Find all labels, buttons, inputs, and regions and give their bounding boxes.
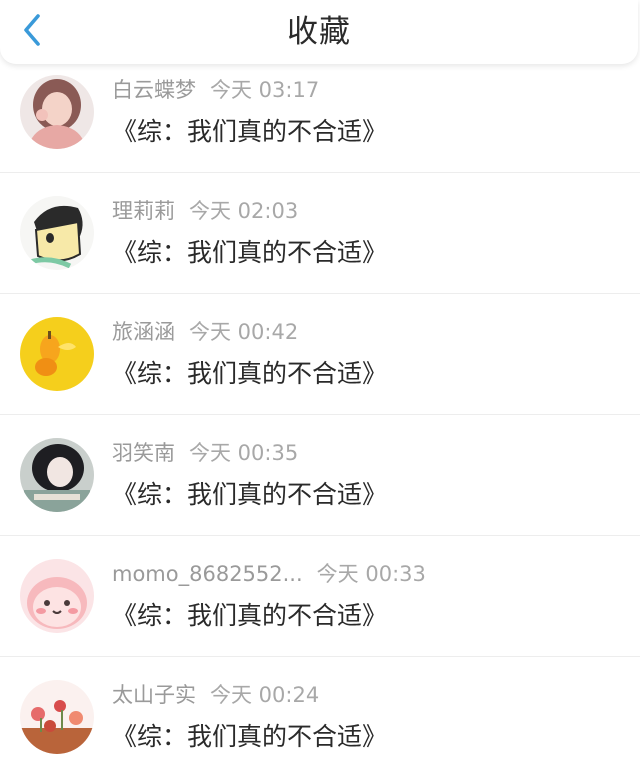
list-item[interactable]: 羽笑南 今天 00:35 《综：我们真的不合适》 [0,415,640,535]
avatar[interactable] [20,75,94,149]
top-bar: 收藏 [0,0,638,64]
author-name[interactable]: 羽笑南 [112,441,175,465]
timestamp: 今天 00:35 [189,441,299,465]
item-meta: 白云蝶梦 今天 03:17 [112,75,319,105]
avatar-flowers [20,680,94,754]
avatar[interactable] [20,680,94,754]
author-name[interactable]: 太山子实 [112,683,196,707]
list-item[interactable]: 旅涵涵 今天 00:42 《综：我们真的不合适》 [0,294,640,414]
item-title[interactable]: 《综：我们真的不合适》 [112,235,387,271]
item-title[interactable]: 《综：我们真的不合适》 [112,477,387,513]
avatar[interactable] [20,559,94,633]
avatar-cartoon [20,196,94,270]
favorites-list: 白云蝶梦 今天 03:17 《综：我们真的不合适》 理莉莉 今天 02:03 《综：… [0,52,640,774]
timestamp: 今天 02:03 [189,199,299,223]
item-meta: momo_8682552... 今天 00:33 [112,559,426,589]
avatar[interactable] [20,196,94,270]
item-meta: 旅涵涵 今天 00:42 [112,317,298,347]
item-meta: 羽笑南 今天 00:35 [112,438,298,468]
avatar-girl-dark [20,438,94,512]
list-item[interactable]: momo_8682552... 今天 00:33 《综：我们真的不合适》 [0,536,640,656]
avatar-yellow-fruit [20,317,94,391]
author-name[interactable]: momo_8682552... [112,562,303,586]
item-title[interactable]: 《综：我们真的不合适》 [112,598,387,634]
item-title[interactable]: 《综：我们真的不合适》 [112,114,387,150]
list-item[interactable]: 理莉莉 今天 02:03 《综：我们真的不合适》 [0,173,640,293]
item-meta: 理莉莉 今天 02:03 [112,196,298,226]
item-meta: 太山子实 今天 00:24 [112,680,319,710]
list-item[interactable]: 太山子实 今天 00:24 《综：我们真的不合适》 [0,657,640,774]
page-title: 收藏 [287,14,351,50]
avatar-girl-pink [20,75,94,149]
timestamp: 今天 00:42 [189,320,299,344]
author-name[interactable]: 理莉莉 [112,199,175,223]
avatar[interactable] [20,317,94,391]
list-item[interactable]: 白云蝶梦 今天 03:17 《综：我们真的不合适》 [0,52,640,172]
timestamp: 今天 00:33 [316,562,426,586]
item-title[interactable]: 《综：我们真的不合适》 [112,356,387,392]
avatar-pink-peach [20,559,94,633]
author-name[interactable]: 旅涵涵 [112,320,175,344]
author-name[interactable]: 白云蝶梦 [112,78,196,102]
timestamp: 今天 03:17 [210,78,320,102]
avatar[interactable] [20,438,94,512]
timestamp: 今天 00:24 [210,683,320,707]
item-title[interactable]: 《综：我们真的不合适》 [112,719,387,755]
